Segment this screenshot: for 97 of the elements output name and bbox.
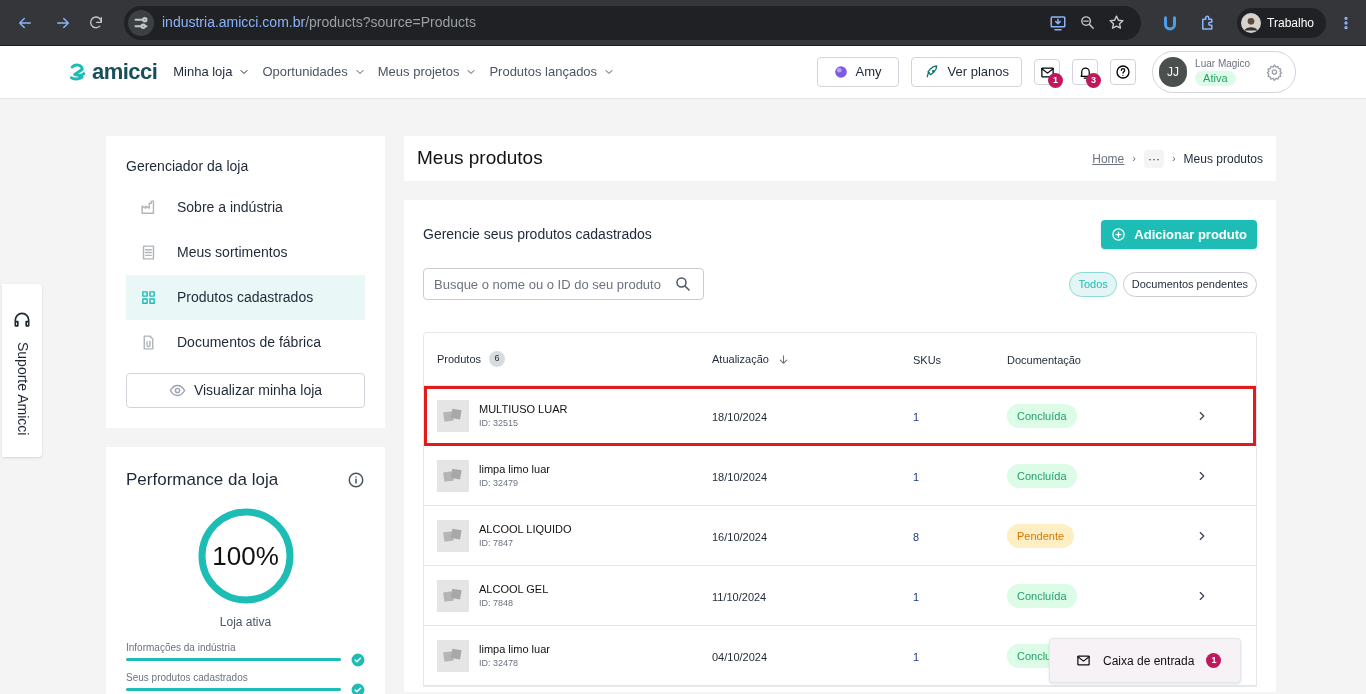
sku-count: 1	[913, 470, 920, 483]
user-name: Luar Magico	[1195, 58, 1251, 71]
date-text: 16/10/2024	[712, 530, 768, 543]
support-tab[interactable]: Suporte Amicci	[2, 284, 42, 457]
product-thumbnail-icon	[437, 579, 469, 612]
product-id: ID: 32479	[479, 478, 520, 488]
status-badge: Pendente	[1007, 524, 1075, 548]
sku-count: 8	[913, 530, 920, 543]
list-icon	[140, 244, 157, 261]
section-title: Gerenciador da loja	[126, 157, 250, 176]
notifications-button[interactable]: 3	[1072, 59, 1098, 85]
grid-icon	[140, 289, 157, 306]
breadcrumb-link[interactable]: Home	[1092, 149, 1125, 168]
product-name: limpa limo luar	[479, 463, 550, 475]
url-text: industria.amicci.com.br/products?source=Products	[162, 13, 476, 32]
table-row[interactable]: MULTIUSO LUAR ID: 32515 18/10/2024 1 Concluída	[424, 386, 1256, 446]
date-text: 18/10/2024	[712, 470, 768, 483]
status-badge: Ativa	[1195, 70, 1236, 86]
date-text: 04/10/2024	[712, 650, 768, 663]
product-id: ID: 32478	[479, 658, 520, 668]
nav-menu[interactable]: Minha loja	[173, 62, 251, 82]
search-field[interactable]: Busque o nome ou o ID do seu produto	[423, 268, 704, 300]
product-name: ALCOOL GEL	[479, 583, 549, 595]
nav-menu[interactable]: Oportunidades	[262, 62, 366, 82]
percent-text: 100%	[212, 542, 279, 569]
product-id: ID: 7847	[479, 538, 515, 548]
breadcrumb-link[interactable]: ···	[1143, 149, 1164, 168]
product-name: limpa limo luar	[479, 643, 550, 655]
breadcrumb-separator: ›	[1171, 151, 1176, 167]
orb-icon	[833, 65, 848, 79]
nav-menu[interactable]: Produtos lançados	[489, 62, 616, 82]
avatar-icon	[1241, 12, 1262, 33]
nav-menu[interactable]: Meus projetos	[377, 62, 478, 82]
factory-icon	[140, 199, 157, 216]
status-badge: Concluída	[1007, 404, 1077, 428]
mail-icon	[1076, 653, 1091, 668]
search-icon	[674, 275, 692, 293]
help-button[interactable]	[1110, 59, 1136, 85]
section-subtitle: Gerencie seus produtos cadastrados	[423, 225, 652, 244]
site-settings-icon[interactable]	[128, 9, 154, 36]
count-badge: 1	[1048, 73, 1063, 88]
product-thumbnail-icon	[437, 459, 469, 492]
sidebar-item[interactable]: Sobre a indústria	[126, 185, 365, 230]
profile-chip[interactable]: Trabalho	[1237, 7, 1326, 38]
status-badge: Concluída	[1007, 464, 1077, 488]
status-badge: Concluída	[1007, 584, 1077, 608]
date-text: 18/10/2024	[712, 410, 768, 423]
product-id: ID: 7848	[479, 598, 515, 608]
plans-button[interactable]: Ver planos	[910, 57, 1022, 87]
count-badge: 3	[1086, 73, 1101, 88]
product-name: ALCOOL LIQUIDO	[479, 523, 572, 535]
progress-label: Informações da indústria	[126, 642, 237, 653]
product-thumbnail-icon	[437, 519, 469, 552]
zoom-icon[interactable]	[1079, 14, 1097, 31]
info-icon[interactable]	[347, 470, 365, 489]
plus-circle-icon	[1111, 227, 1127, 242]
install-icon[interactable]	[1049, 13, 1068, 32]
table-row[interactable]: ALCOOL LIQUIDO ID: 7847 16/10/2024 8 Pendente	[424, 506, 1256, 566]
address-bar[interactable]: industria.amicci.com.br/products?source=Products	[124, 5, 1142, 40]
view-store-button[interactable]: Visualizar minha loja	[126, 373, 365, 408]
star-icon[interactable]	[1108, 14, 1126, 31]
headset-icon	[12, 310, 32, 330]
reload-icon[interactable]	[88, 14, 104, 31]
inbox-button[interactable]: Caixa de entrada 1	[1049, 638, 1241, 683]
logo-icon	[68, 62, 88, 82]
amy-button[interactable]: Amy	[816, 57, 899, 87]
progress-label: Seus produtos cadastrados	[126, 672, 249, 683]
sku-count: 1	[913, 410, 920, 423]
count-badge: 6	[489, 351, 506, 367]
card-title: Performance da loja	[126, 469, 279, 491]
count-badge: 1	[1206, 653, 1222, 668]
product-id: ID: 32515	[479, 418, 520, 428]
mail-button[interactable]: 1	[1034, 59, 1060, 85]
eye-icon	[168, 382, 186, 399]
date-text: 11/10/2024	[712, 590, 767, 603]
user-avatar: JJ	[1159, 57, 1188, 87]
mail-icon	[1039, 64, 1055, 80]
logo-text: amicci	[92, 61, 158, 83]
caption-text: Loja ativa	[218, 613, 273, 631]
column-header: Produtos	[437, 351, 482, 367]
sku-count: 1	[913, 590, 920, 603]
column-header: SKUs	[913, 354, 942, 366]
table-row[interactable]: ALCOOL GEL ID: 7848 11/10/2024 1 Concluída	[424, 566, 1256, 626]
sidebar-item[interactable]: Documentos de fábrica	[126, 320, 365, 365]
column-header[interactable]: Atualização	[712, 350, 769, 368]
page-title: Meus produtos	[417, 146, 543, 171]
breadcrumb-separator: ›	[1132, 151, 1136, 167]
sidebar-item[interactable]: Meus sortimentos	[126, 230, 365, 275]
column-header: Documentação	[1007, 354, 1081, 366]
table-row[interactable]: limpa limo luar ID: 32479 18/10/2024 1 Concluída	[424, 446, 1256, 506]
sidebar-item[interactable]: Produtos cadastrados	[126, 275, 365, 320]
breadcrumb-current: Meus produtos	[1183, 150, 1263, 168]
product-thumbnail-icon	[437, 399, 469, 432]
help-icon	[1115, 64, 1131, 80]
product-thumbnail-icon	[437, 639, 469, 672]
product-name: MULTIUSO LUAR	[479, 403, 568, 415]
sku-count: 1	[913, 650, 920, 663]
